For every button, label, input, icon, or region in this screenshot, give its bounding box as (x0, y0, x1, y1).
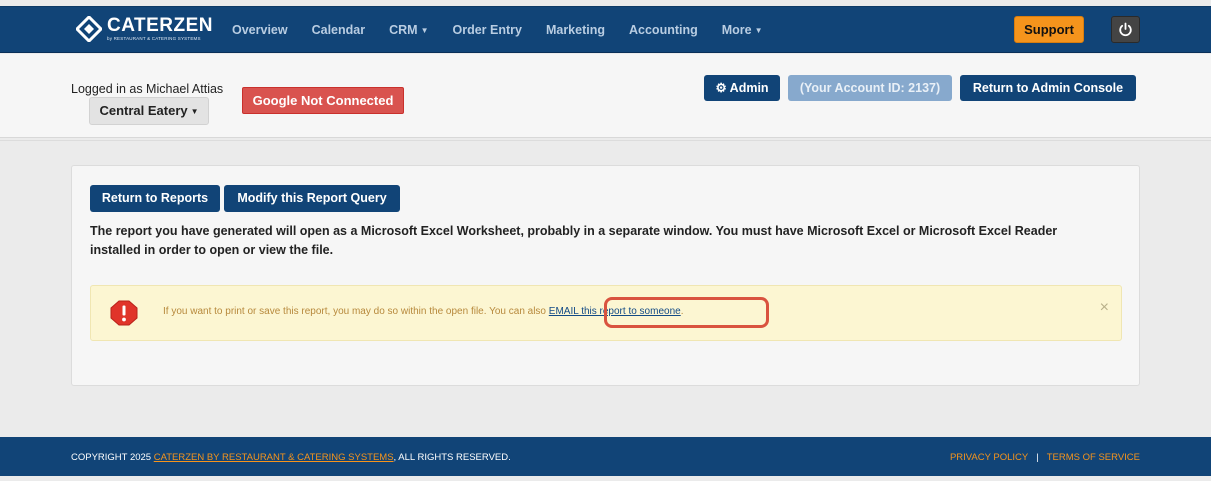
nav-more-label: More (721, 22, 752, 37)
nav-calendar[interactable]: Calendar (300, 23, 378, 37)
nav-order-entry[interactable]: Order Entry (440, 23, 533, 37)
nav-order-entry-label: Order Entry (452, 22, 522, 37)
footer-links: PRIVACY POLICY | TERMS OF SERVICE (950, 452, 1140, 463)
nav-marketing[interactable]: Marketing (534, 23, 617, 37)
main-nav: Overview Calendar CRM ▼ Order Entry Marke… (220, 7, 775, 52)
support-button[interactable]: Support (1014, 16, 1084, 43)
report-message: The report you have generated will open … (90, 224, 1058, 257)
return-to-reports-button[interactable]: Return to Reports (90, 185, 220, 212)
chevron-down-icon: ▼ (190, 107, 199, 116)
alert-octagon-icon (110, 300, 138, 326)
footer: COPYRIGHT 2025 CATERZEN BY RESTAURANT & … (0, 437, 1211, 476)
brand-name: CATERZEN (107, 15, 214, 36)
nav-marketing-label: Marketing (545, 22, 605, 37)
alert-text: If you want to print or save this report… (163, 306, 549, 317)
gear-icon: ⚙ (715, 81, 727, 95)
brand-tagline: by RESTAURANT & CATERING SYSTEMS (107, 36, 201, 41)
logged-in-user: Logged in as Michael Attias (71, 82, 224, 96)
power-icon (1119, 22, 1132, 37)
alert-suffix: . (680, 306, 684, 317)
caterzen-logo-icon (76, 16, 102, 42)
logout-button[interactable] (1111, 16, 1140, 43)
nav-accounting[interactable]: Accounting (617, 23, 710, 37)
top-navbar: CATERZEN by RESTAURANT & CATERING SYSTEM… (0, 6, 1211, 53)
email-alert: If you want to print or save this report… (90, 285, 1122, 341)
nav-accounting-label: Accounting (629, 22, 698, 37)
admin-button[interactable]: ⚙ Admin (704, 75, 780, 101)
nav-overview-label: Overview (232, 22, 288, 37)
nav-more[interactable]: More ▼ (710, 23, 775, 37)
close-icon[interactable]: × (1100, 300, 1109, 316)
alert-message: If you want to print or save this report… (163, 306, 683, 317)
rights-text: , ALL RIGHTS RESERVED. (393, 452, 511, 463)
modify-report-query-button[interactable]: Modify this Report Query (224, 185, 400, 212)
company-link[interactable]: CATERZEN BY RESTAURANT & CATERING SYSTEM… (154, 452, 394, 463)
footer-separator: | (1036, 452, 1039, 463)
company-label: Central Eatery (99, 103, 188, 118)
copyright-prefix: COPYRIGHT 2025 (71, 452, 154, 463)
admin-label: Admin (729, 81, 769, 95)
return-to-admin-console-button[interactable]: Return to Admin Console (960, 75, 1136, 101)
nav-crm-label: CRM (389, 22, 418, 37)
nav-calendar-label: Calendar (311, 22, 366, 37)
chevron-down-icon: ▼ (420, 25, 429, 35)
company-selector[interactable]: Central Eatery ▼ (89, 97, 209, 125)
privacy-policy-link[interactable]: PRIVACY POLICY (950, 452, 1028, 463)
footer-copyright: COPYRIGHT 2025 CATERZEN BY RESTAURANT & … (71, 452, 511, 463)
nav-crm[interactable]: CRM ▼ (377, 23, 440, 37)
account-id-badge: (Your Account ID: 2137) (788, 75, 952, 101)
account-bar: Logged in as Michael Attias Central Eate… (0, 54, 1211, 141)
caterzen-logo[interactable]: CATERZEN by RESTAURANT & CATERING SYSTEM… (76, 16, 213, 46)
google-not-connected-button[interactable]: Google Not Connected (242, 87, 404, 114)
terms-of-service-link[interactable]: TERMS OF SERVICE (1047, 452, 1140, 463)
nav-overview[interactable]: Overview (220, 23, 300, 37)
chevron-down-icon: ▼ (754, 25, 763, 35)
email-report-link[interactable]: EMAIL this report to someone (549, 306, 681, 317)
report-panel: Return to Reports Modify this Report Que… (71, 165, 1140, 386)
